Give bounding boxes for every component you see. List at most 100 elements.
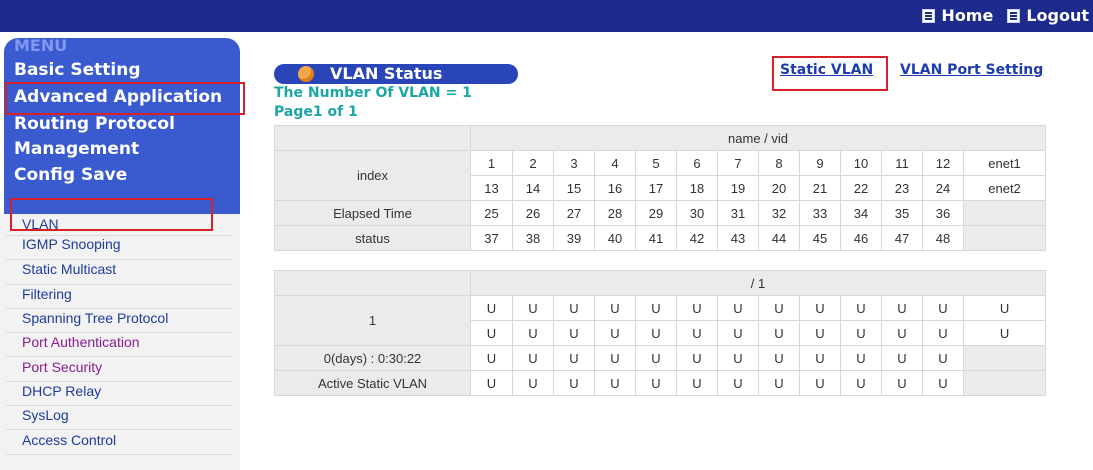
table-cell: U — [470, 370, 513, 396]
divider — [6, 332, 232, 333]
table-cell: 27 — [553, 200, 595, 226]
logout-link[interactable]: Logout — [1007, 6, 1089, 25]
table-cell: 25 — [470, 200, 513, 226]
table-cell: 21 — [799, 175, 841, 201]
table-cell: 24 — [922, 175, 964, 201]
table-cell: U — [553, 370, 595, 396]
table-cell: U — [881, 320, 923, 346]
table-cell: U — [717, 345, 759, 371]
menu-item-routing-protocol[interactable]: Routing Protocol — [14, 114, 175, 134]
table-cell: U — [840, 320, 882, 346]
logout-icon — [1007, 8, 1021, 23]
menu-item-config-save[interactable]: Config Save — [14, 165, 127, 185]
table-cell: 13 — [470, 175, 513, 201]
table-cell: 15 — [553, 175, 595, 201]
table-cell: U — [635, 370, 677, 396]
nav-item-igmp-snooping[interactable]: IGMP Snooping — [22, 236, 121, 252]
nav-item-access-control[interactable]: Access Control — [22, 432, 116, 448]
table-cell: U — [962, 320, 1047, 346]
table-row: 0(days) : 0:30:22 U U U U U U U U U U U … — [274, 345, 1047, 371]
table-cell: U — [881, 345, 923, 371]
table-cell: 23 — [881, 175, 923, 201]
table-cell: U — [635, 295, 677, 321]
table-cell: U — [470, 295, 513, 321]
menu-item-management[interactable]: Management — [14, 139, 139, 159]
table-cell: U — [512, 345, 554, 371]
table-cell: 11 — [881, 150, 923, 176]
vlan-status-table: name / vid index 1 2 3 4 5 6 7 8 9 10 11… — [274, 125, 1047, 251]
table-cell: 28 — [594, 200, 636, 226]
table-cell: 47 — [881, 225, 923, 251]
table-cell: U — [922, 370, 964, 396]
table-cell: 46 — [840, 225, 882, 251]
table-cell: U — [512, 295, 554, 321]
divider — [6, 381, 232, 382]
highlight-box-advanced-application — [5, 82, 245, 115]
table-cell: U — [758, 320, 800, 346]
top-links: Home Logout — [922, 6, 1089, 25]
main-menu: MENU Basic Setting Advanced Application … — [4, 36, 240, 214]
nav-item-static-multicast[interactable]: Static Multicast — [22, 261, 116, 277]
highlight-box-vlan — [10, 198, 213, 231]
nav-item-port-authentication[interactable]: Port Authentication — [22, 334, 140, 350]
vlan-count: The Number Of VLAN = 1 — [274, 85, 472, 101]
table-cell — [962, 225, 1047, 251]
home-link[interactable]: Home — [922, 6, 993, 25]
table-cell: U — [758, 345, 800, 371]
divider — [6, 284, 232, 285]
table-cell: 35 — [881, 200, 923, 226]
nav-item-port-security[interactable]: Port Security — [22, 359, 102, 375]
table-row: 1 U U U U U U U U U U U U U — [274, 295, 1047, 346]
header-blank — [274, 125, 471, 151]
table-cell: U — [922, 320, 964, 346]
orb-icon — [298, 66, 314, 82]
home-label: Home — [941, 6, 994, 25]
table-cell: U — [799, 320, 841, 346]
row-label: status — [274, 225, 471, 251]
nav-item-syslog[interactable]: SysLog — [22, 407, 69, 423]
table-row: Elapsed Time 25 26 27 28 29 30 31 32 33 … — [274, 200, 1047, 226]
section-header-pill: VLAN Status — [274, 64, 518, 84]
table-cell: U — [717, 320, 759, 346]
nav-item-spanning-tree-protocol[interactable]: Spanning Tree Protocol — [22, 310, 168, 326]
table-cell: U — [799, 370, 841, 396]
table-cell: 4 — [594, 150, 636, 176]
divider — [6, 356, 232, 357]
table-cell: 43 — [717, 225, 759, 251]
table-row: status 37 38 39 40 41 42 43 44 45 46 47 … — [274, 225, 1047, 251]
table-cell: 41 — [635, 225, 677, 251]
row-label: Elapsed Time — [274, 200, 471, 226]
menu-item-basic-setting[interactable]: Basic Setting — [14, 60, 141, 80]
table-cell: 31 — [717, 200, 759, 226]
table-cell: 45 — [799, 225, 841, 251]
nav-item-filtering[interactable]: Filtering — [22, 286, 72, 302]
table-cell: 10 — [840, 150, 882, 176]
table-cell: U — [594, 295, 636, 321]
table-cell: 37 — [470, 225, 513, 251]
table-cell: 38 — [512, 225, 554, 251]
divider — [6, 454, 232, 455]
nav-item-dhcp-relay[interactable]: DHCP Relay — [22, 383, 101, 399]
table-cell: 17 — [635, 175, 677, 201]
table-cell: U — [635, 320, 677, 346]
table-cell: 32 — [758, 200, 800, 226]
header-blank — [274, 270, 471, 296]
table-cell: 44 — [758, 225, 800, 251]
logout-label: Logout — [1026, 6, 1089, 25]
table-cell: 5 — [635, 150, 677, 176]
page-indicator: Page1 of 1 — [274, 104, 358, 120]
table-cell: U — [553, 320, 595, 346]
table-cell: 18 — [676, 175, 718, 201]
table-cell: U — [717, 295, 759, 321]
vlan-port-setting-link[interactable]: VLAN Port Setting — [900, 62, 1043, 78]
home-icon — [922, 8, 936, 23]
table-cell: U — [553, 295, 595, 321]
row-label: index — [274, 150, 471, 201]
table-cell: 9 — [799, 150, 841, 176]
table-cell: U — [635, 345, 677, 371]
table-cell: U — [470, 345, 513, 371]
table-cell: U — [717, 370, 759, 396]
table-cell: 29 — [635, 200, 677, 226]
table-cell: U — [881, 370, 923, 396]
table-cell: 39 — [553, 225, 595, 251]
